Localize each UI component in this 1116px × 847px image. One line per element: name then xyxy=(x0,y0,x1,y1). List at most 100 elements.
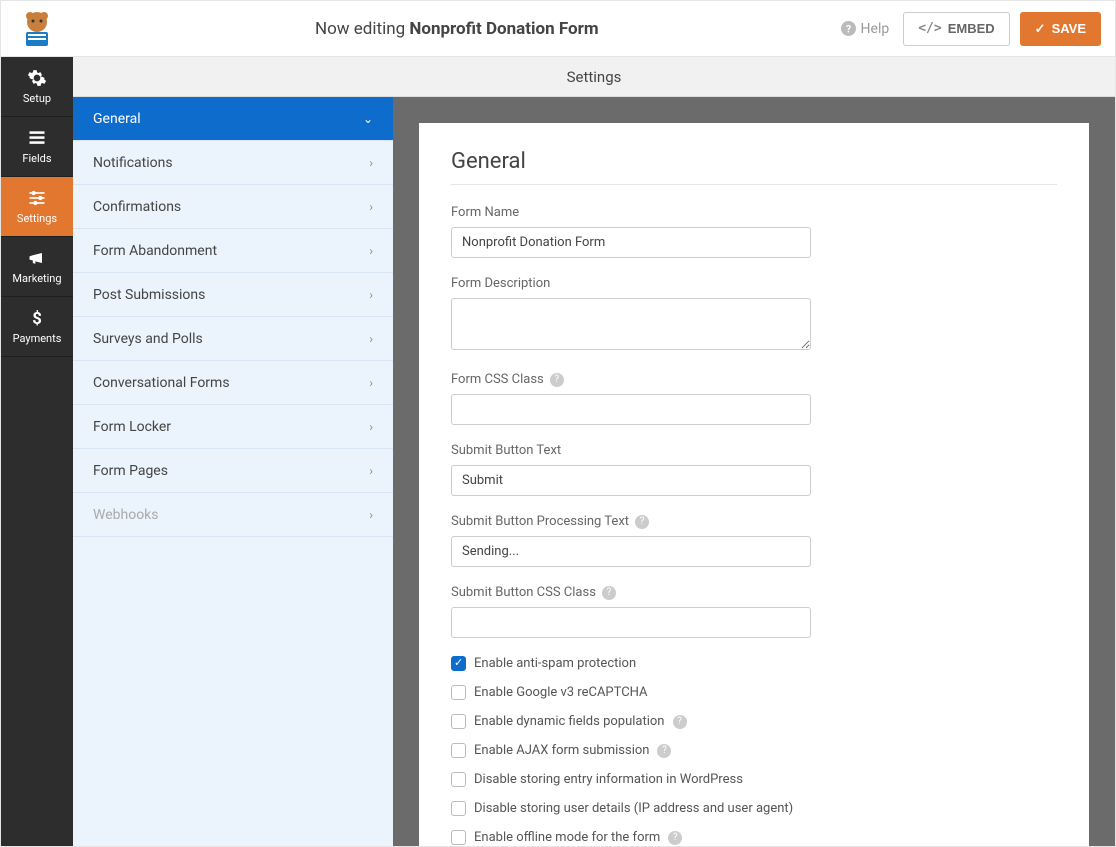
nav-fields[interactable]: Fields xyxy=(1,117,73,177)
form-css-input[interactable] xyxy=(451,394,811,425)
form-title: Nonprofit Donation Form xyxy=(409,19,598,39)
nav-settings-label: Settings xyxy=(17,212,57,225)
form-desc-input[interactable] xyxy=(451,298,811,350)
sidepanel-label: Form Locker xyxy=(93,419,171,435)
field-submit-text: Submit Button Text xyxy=(451,443,1057,496)
general-settings-card: General Form Name Form Description Form … xyxy=(419,123,1089,846)
sidepanel-webhooks[interactable]: Webhooks › xyxy=(73,493,393,537)
submit-text-input[interactable] xyxy=(451,465,811,496)
checkbox-row: Enable AJAX form submission? xyxy=(451,743,1057,758)
chevron-right-icon: › xyxy=(369,420,373,434)
main-container: Setup Fields Settings Marketing $ Paymen… xyxy=(1,57,1115,846)
nav-settings[interactable]: Settings xyxy=(1,177,73,237)
nav-setup[interactable]: Setup xyxy=(1,57,73,117)
help-icon[interactable]: ? xyxy=(673,715,687,729)
sidepanel-confirmations[interactable]: Confirmations › xyxy=(73,185,393,229)
nav-fields-label: Fields xyxy=(22,152,51,165)
sidepanel-notifications[interactable]: Notifications › xyxy=(73,141,393,185)
field-form-name: Form Name xyxy=(451,205,1057,258)
checkbox-label: Disable storing user details (IP address… xyxy=(474,801,793,816)
sidepanel-surveys-polls[interactable]: Surveys and Polls › xyxy=(73,317,393,361)
megaphone-icon xyxy=(27,248,47,268)
gear-icon xyxy=(27,68,47,88)
field-form-description: Form Description xyxy=(451,276,1057,354)
help-icon[interactable]: ? xyxy=(550,373,564,387)
help-icon[interactable]: ? xyxy=(668,831,682,845)
editing-title: Now editing Nonprofit Donation Form xyxy=(73,19,841,39)
nav-marketing[interactable]: Marketing xyxy=(1,237,73,297)
sidepanel-conversational-forms[interactable]: Conversational Forms › xyxy=(73,361,393,405)
checkbox-label: Enable AJAX form submission xyxy=(474,743,649,758)
code-icon: </> xyxy=(918,21,941,36)
field-form-css-class: Form CSS Class? xyxy=(451,372,1057,425)
chevron-right-icon: › xyxy=(369,332,373,346)
nav-payments-label: Payments xyxy=(13,332,62,345)
embed-button[interactable]: </> EMBED xyxy=(903,12,1009,46)
nav-setup-label: Setup xyxy=(23,92,51,105)
checkbox-input[interactable] xyxy=(451,801,466,816)
checkbox-input[interactable] xyxy=(451,830,466,845)
submit-processing-input[interactable] xyxy=(451,536,811,567)
checkbox-input[interactable] xyxy=(451,743,466,758)
checkbox-input[interactable] xyxy=(451,656,466,671)
settings-sidepanel: General ⌄ Notifications › Confirmations … xyxy=(73,97,393,846)
submit-css-label: Submit Button CSS Class? xyxy=(451,585,1057,600)
checkbox-label: Enable Google v3 reCAPTCHA xyxy=(474,685,648,700)
chevron-right-icon: › xyxy=(369,376,373,390)
list-icon xyxy=(27,128,47,148)
help-icon[interactable]: ? xyxy=(602,586,616,600)
settings-header: Settings xyxy=(73,57,1115,97)
chevron-down-icon: ⌄ xyxy=(363,112,373,126)
svg-text:$: $ xyxy=(32,310,42,328)
submit-text-label: Submit Button Text xyxy=(451,443,1057,458)
sidepanel-label: General xyxy=(93,111,141,127)
help-link[interactable]: ? Help xyxy=(841,21,890,37)
help-icon[interactable]: ? xyxy=(635,515,649,529)
sidepanel-form-locker[interactable]: Form Locker › xyxy=(73,405,393,449)
content-wrap: General Form Name Form Description Form … xyxy=(393,97,1115,846)
dollar-icon: $ xyxy=(27,308,47,328)
form-css-label: Form CSS Class? xyxy=(451,372,1057,387)
nav-marketing-label: Marketing xyxy=(12,272,61,285)
checkbox-group: Enable anti-spam protection Enable Google… xyxy=(451,656,1057,845)
checkbox-input[interactable] xyxy=(451,714,466,729)
embed-label: EMBED xyxy=(948,21,995,36)
save-label: SAVE xyxy=(1052,21,1086,36)
nav-payments[interactable]: $ Payments xyxy=(1,297,73,357)
checkbox-label: Enable anti-spam protection xyxy=(474,656,636,671)
sidepanel-post-submissions[interactable]: Post Submissions › xyxy=(73,273,393,317)
form-desc-label: Form Description xyxy=(451,276,1057,291)
checkbox-row: Disable storing user details (IP address… xyxy=(451,801,1057,816)
sidepanel-label: Form Abandonment xyxy=(93,243,217,259)
editing-label: Now editing xyxy=(315,19,409,39)
save-button[interactable]: ✓ SAVE xyxy=(1020,12,1101,46)
checkbox-input[interactable] xyxy=(451,685,466,700)
svg-text:?: ? xyxy=(845,22,850,35)
main-area: Settings General ⌄ Notifications › Confi… xyxy=(73,57,1115,846)
check-icon: ✓ xyxy=(1035,21,1046,37)
sidepanel-form-pages[interactable]: Form Pages › xyxy=(73,449,393,493)
checkbox-row: Enable anti-spam protection xyxy=(451,656,1057,671)
chevron-right-icon: › xyxy=(369,508,373,522)
form-name-label: Form Name xyxy=(451,205,1057,220)
checkbox-label: Enable offline mode for the form xyxy=(474,830,660,845)
checkbox-row: Disable storing entry information in Wor… xyxy=(451,772,1057,787)
checkbox-label: Enable dynamic fields population xyxy=(474,714,665,729)
sidepanel-label: Form Pages xyxy=(93,463,168,479)
sidepanel-label: Confirmations xyxy=(93,199,181,215)
divider xyxy=(451,184,1057,185)
sidepanel-label: Post Submissions xyxy=(93,287,205,303)
help-icon[interactable]: ? xyxy=(657,744,671,758)
checkbox-input[interactable] xyxy=(451,772,466,787)
card-heading: General xyxy=(451,149,1057,174)
sidepanel-form-abandonment[interactable]: Form Abandonment › xyxy=(73,229,393,273)
form-name-input[interactable] xyxy=(451,227,811,258)
settings-body: General ⌄ Notifications › Confirmations … xyxy=(73,97,1115,846)
checkbox-row: Enable dynamic fields population? xyxy=(451,714,1057,729)
chevron-right-icon: › xyxy=(369,244,373,258)
submit-css-input[interactable] xyxy=(451,607,811,638)
sidepanel-general[interactable]: General ⌄ xyxy=(73,97,393,141)
checkbox-row: Enable offline mode for the form? xyxy=(451,830,1057,845)
chevron-right-icon: › xyxy=(369,288,373,302)
chevron-right-icon: › xyxy=(369,200,373,214)
